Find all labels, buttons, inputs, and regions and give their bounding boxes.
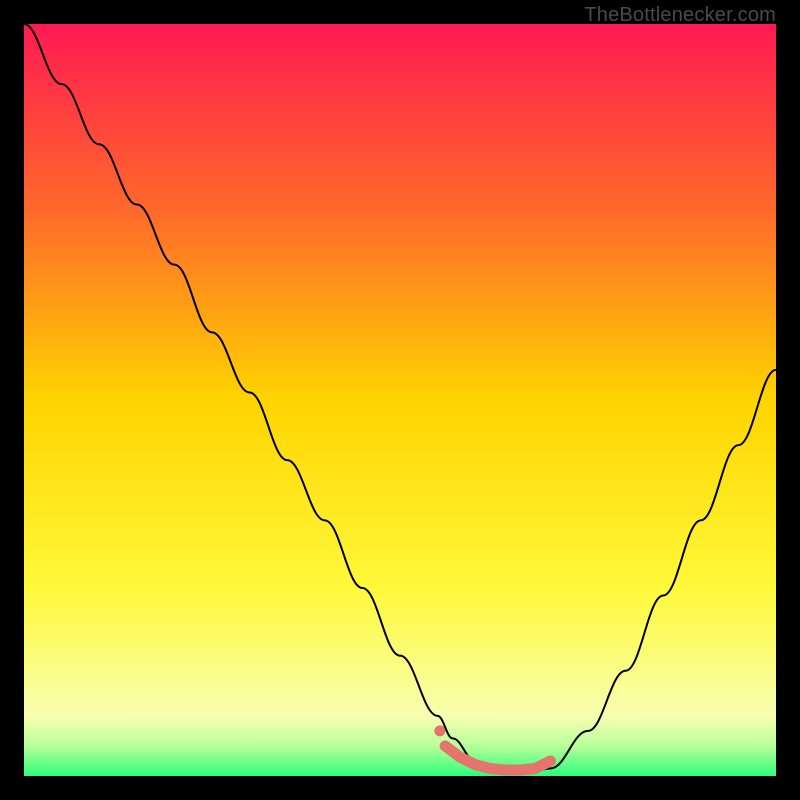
optimal-markers [434, 725, 550, 770]
bottleneck-curve [24, 24, 776, 772]
plot-area [24, 24, 776, 776]
curve-layer [24, 24, 776, 776]
marker-dot [434, 725, 445, 736]
marker-stroke [445, 746, 550, 770]
chart-container: TheBottlenecker.com [0, 0, 800, 800]
